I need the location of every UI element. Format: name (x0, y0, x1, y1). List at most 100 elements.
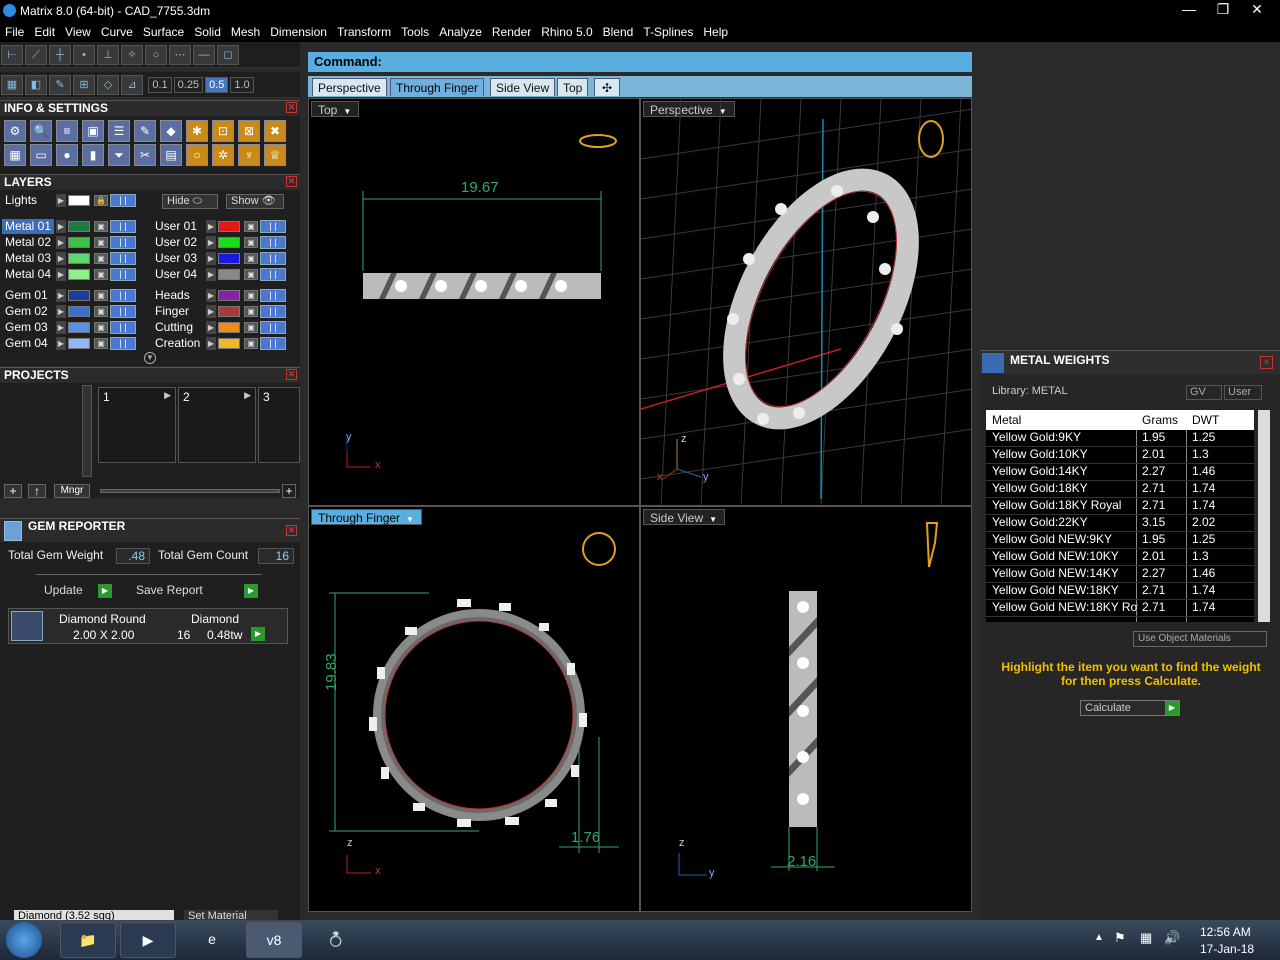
tray-expand-icon[interactable]: ▲ (1094, 932, 1104, 943)
arrow-icon[interactable]: ▶ (206, 305, 216, 318)
close-icon[interactable]: ✕ (286, 176, 297, 187)
add-icon[interactable]: + (282, 484, 296, 498)
calculate-button[interactable]: Calculate ▶ (1080, 700, 1180, 716)
arrow-icon[interactable]: ▶ (56, 194, 66, 207)
lock-icon[interactable]: ▣ (94, 269, 108, 280)
color-swatch[interactable] (218, 338, 240, 349)
visible-toggle[interactable]: | | (260, 321, 286, 334)
menu-file[interactable]: File (0, 22, 29, 39)
menu-view[interactable]: View (60, 22, 96, 39)
color-swatch[interactable] (68, 237, 90, 248)
arrow-icon[interactable]: ▶ (56, 252, 66, 265)
arrow-icon[interactable]: ▶ (56, 305, 66, 318)
start-button[interactable] (6, 922, 42, 958)
tab-through-finger[interactable]: Through Finger (390, 78, 485, 96)
arrow-icon[interactable]: ▶ (56, 268, 66, 281)
tab-top[interactable]: Top (557, 78, 589, 96)
menu-curve[interactable]: Curve (96, 22, 138, 39)
layer-row[interactable]: User 01 ▶ ▣ | | (152, 219, 292, 234)
windows-icon[interactable]: ▦ (4, 144, 26, 166)
project-slot-1[interactable]: 1 ▶ (98, 387, 176, 463)
update-button[interactable]: Update ▶ (40, 584, 112, 599)
close-icon[interactable]: ✕ (286, 369, 297, 380)
explorer-icon[interactable]: 📁 (60, 922, 116, 958)
setting-icon[interactable]: ♕ (264, 144, 286, 166)
visible-toggle[interactable]: | | (110, 305, 136, 318)
scissors-icon[interactable]: ✂ (134, 144, 156, 166)
table-row[interactable]: Yellow Gold:22KY 3.15 2.02 (986, 515, 1254, 532)
lock-icon[interactable]: ▣ (94, 237, 108, 248)
delete-icon[interactable]: ✖ (264, 120, 286, 142)
media-player-icon[interactable]: ▶ (120, 922, 176, 958)
menu-transform[interactable]: Transform (332, 22, 396, 39)
clock-time[interactable]: 12:56 AM (1200, 925, 1251, 939)
filter-icon[interactable]: ⏷ (108, 144, 130, 166)
sphere-icon[interactable]: ● (56, 144, 78, 166)
menu-mesh[interactable]: Mesh (226, 22, 265, 39)
step-value-0-25[interactable]: 0.25 (173, 77, 204, 93)
lock-icon[interactable]: ▣ (244, 306, 258, 317)
lock-icon[interactable]: ▣ (94, 253, 108, 264)
viewport-perspective[interactable]: Perspective ▼ z y x (640, 98, 972, 506)
menu-edit[interactable]: Edit (29, 22, 60, 39)
visible-toggle[interactable]: | | (110, 194, 136, 207)
color-swatch[interactable] (68, 338, 90, 349)
collapse-icon[interactable]: ▼ (144, 352, 156, 364)
step-value-0-5[interactable]: 0.5 (205, 77, 229, 93)
table-row[interactable]: Yellow Gold:9KY 1.95 1.25 (986, 430, 1254, 447)
table-row[interactable]: Yellow Gold NEW:10KY 2.01 1.3 (986, 549, 1254, 566)
arrow-icon[interactable]: ▶ (206, 220, 216, 233)
close-icon[interactable]: ✕ (286, 525, 297, 536)
settings-icon[interactable]: ⚙ (4, 120, 26, 142)
lock-icon[interactable]: ▣ (94, 338, 108, 349)
layer-row[interactable]: Metal 03 ▶ ▣ | | (2, 251, 142, 266)
color-swatch[interactable] (68, 306, 90, 317)
color-swatch[interactable] (218, 237, 240, 248)
manager-button[interactable]: Mngr (54, 484, 90, 498)
projects-slider[interactable] (100, 489, 280, 493)
arrow-icon[interactable]: ▶ (56, 321, 66, 334)
projects-scrollbar[interactable] (82, 385, 92, 477)
lock-icon[interactable]: ▣ (244, 338, 258, 349)
tools-icon[interactable]: ✱ (186, 120, 208, 142)
lock-icon[interactable]: ▣ (94, 306, 108, 317)
layer-row[interactable]: Heads ▶ ▣ | | (152, 288, 292, 303)
visible-toggle[interactable]: | | (260, 236, 286, 249)
gv-toggle[interactable]: GV (1186, 385, 1222, 400)
step-value-0-1[interactable]: 0.1 (148, 77, 172, 93)
visible-toggle[interactable]: | | (260, 252, 286, 265)
color-swatch[interactable] (68, 195, 90, 206)
layer-row[interactable]: Metal 01 ▶ ▣ | | (2, 219, 142, 234)
edit-icon[interactable]: ✎ (134, 120, 156, 142)
play-icon[interactable]: ▶ (244, 390, 251, 401)
play-icon[interactable]: ▶ (164, 390, 171, 401)
color-swatch[interactable] (218, 290, 240, 301)
visible-toggle[interactable]: | | (260, 220, 286, 233)
layer-row[interactable]: Metal 02 ▶ ▣ | | (2, 235, 142, 250)
snap-end-icon[interactable]: ⊢ (1, 45, 23, 65)
viewport-through-finger[interactable]: Through Finger ▼ 19.83 1.76 z x (308, 506, 640, 912)
show-button[interactable]: Show 👁 (226, 194, 284, 209)
table-row[interactable]: Yellow Gold NEW:14KY 2.27 1.46 (986, 566, 1254, 583)
grid-icon[interactable]: ▦ (1, 75, 23, 95)
menu-analyze[interactable]: Analyze (434, 22, 487, 39)
menu-solid[interactable]: Solid (189, 22, 226, 39)
arrow-icon[interactable]: ▶ (206, 321, 216, 334)
snap-int-icon[interactable]: ✧ (121, 45, 143, 65)
snap-mid-icon[interactable]: • (73, 45, 95, 65)
visible-toggle[interactable]: | | (110, 236, 136, 249)
color-swatch[interactable] (218, 306, 240, 317)
color-swatch[interactable] (68, 290, 90, 301)
head-icon[interactable]: ✲ (212, 144, 234, 166)
color-swatch[interactable] (218, 221, 240, 232)
tab-perspective[interactable]: Perspective (312, 78, 387, 96)
snap-tan-icon[interactable]: ⋯ (169, 45, 191, 65)
box-icon[interactable]: ▣ (82, 120, 104, 142)
lock-icon[interactable]: ▣ (244, 253, 258, 264)
project-slot-3[interactable]: 3 (258, 387, 300, 463)
column-dwt[interactable]: DWT (1192, 413, 1242, 427)
layer-row[interactable]: User 02 ▶ ▣ | | (152, 235, 292, 250)
table-row[interactable]: Yellow Gold NEW:18KY 2.71 1.74 (986, 583, 1254, 600)
restore-button[interactable]: ❐ (1206, 0, 1240, 20)
color-swatch[interactable] (68, 322, 90, 333)
